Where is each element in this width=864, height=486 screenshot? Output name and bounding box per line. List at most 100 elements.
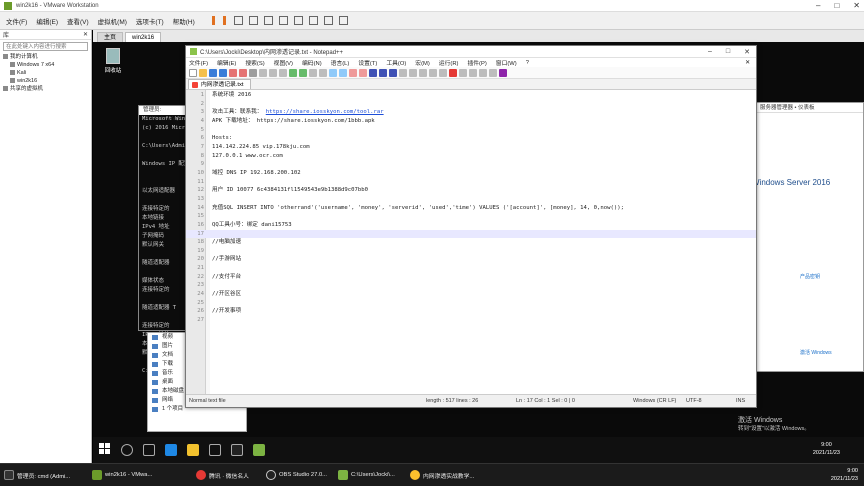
tree-item-kali[interactable]: Kali <box>0 69 91 77</box>
udl-icon[interactable] <box>399 68 407 77</box>
tree-item-shared[interactable]: 共享的虚拟机 <box>0 85 91 93</box>
line-link[interactable]: https://share.iosskyon.com/tool.rar <box>266 109 384 115</box>
library-search-input[interactable]: 在此处键入内容进行搜索 <box>3 42 88 51</box>
play-multi-macro-icon[interactable] <box>479 68 487 77</box>
find-icon[interactable] <box>309 68 317 77</box>
npp-menu-help[interactable]: ? <box>526 60 529 66</box>
host-clock[interactable]: 9:00 2021/11/23 <box>831 467 858 483</box>
folder-workspace-icon[interactable] <box>429 68 437 77</box>
host-task-obs[interactable]: OBS Studio 27.0... <box>266 468 327 482</box>
task-view-icon[interactable] <box>143 444 155 456</box>
tree-item-win2k16[interactable]: win2k16 <box>0 77 91 85</box>
host-task-vmware[interactable]: win2k16 - VMwa... <box>92 468 152 482</box>
npp-menu-encoding[interactable]: 编码(N) <box>302 58 322 67</box>
save-icon[interactable] <box>209 68 217 77</box>
host-task-notepadpp[interactable]: C:\Users\Jocki\... <box>338 468 395 482</box>
menu-view[interactable]: 查看(V) <box>67 16 89 26</box>
print-icon[interactable] <box>249 68 257 77</box>
tree-item-win7[interactable]: Windows 7 x64 <box>0 61 91 69</box>
server-manager-icon[interactable] <box>209 444 221 456</box>
maximize-icon[interactable]: □ <box>834 1 839 10</box>
send-keys-icon[interactable] <box>233 16 243 25</box>
undo-icon[interactable] <box>289 68 297 77</box>
npp-menu-plugins[interactable]: 插件(P) <box>467 58 486 67</box>
fullscreen-icon[interactable] <box>293 16 303 25</box>
abc-spell-icon[interactable] <box>499 68 507 77</box>
close-icon[interactable]: ✕ <box>744 48 750 56</box>
close-icon[interactable]: ✕ <box>83 31 88 38</box>
npp-menu-language[interactable]: 语言(L) <box>331 58 350 67</box>
new-file-icon[interactable] <box>189 68 197 77</box>
tab-home[interactable]: 主页 <box>97 32 124 42</box>
tab-win2k16[interactable]: win2k16 <box>125 32 162 42</box>
npp-editor[interactable]: 1 系统环境 2016 2 3 攻击工具：联系我： https://share.ioss… <box>186 90 756 395</box>
npp-menu-search[interactable]: 搜索(S) <box>245 58 264 67</box>
word-wrap-icon[interactable] <box>369 68 377 77</box>
menu-vm[interactable]: 虚拟机(M) <box>98 16 127 26</box>
menu-edit[interactable]: 编辑(E) <box>36 16 58 26</box>
close-all-icon[interactable] <box>239 68 247 77</box>
npp-menu-file[interactable]: 文件(F) <box>189 58 208 67</box>
windows-start-icon[interactable] <box>99 443 111 455</box>
stop-macro-icon[interactable] <box>459 68 467 77</box>
play-macro-icon[interactable] <box>469 68 477 77</box>
host-task-cmd[interactable]: 管理员: cmd (Admi... <box>4 468 70 482</box>
npp-menu-view[interactable]: 视图(V) <box>274 58 293 67</box>
function-list-icon[interactable] <box>419 68 427 77</box>
save-all-icon[interactable] <box>219 68 227 77</box>
npp-menu-run[interactable]: 运行(R) <box>439 58 459 67</box>
edge-icon[interactable] <box>165 444 177 456</box>
sync-v-icon[interactable] <box>349 68 357 77</box>
doc-map-icon[interactable] <box>409 68 417 77</box>
sync-h-icon[interactable] <box>359 68 367 77</box>
guest-clock[interactable]: 9:00 2021/11/23 <box>813 441 840 457</box>
unity-icon[interactable] <box>308 16 318 25</box>
npp-menu-window[interactable]: 窗口(W) <box>496 58 517 67</box>
cut-icon[interactable] <box>259 68 267 77</box>
revert-snapshot-icon[interactable] <box>263 16 273 25</box>
pause-icon-2[interactable] <box>222 16 226 25</box>
product-key-link[interactable]: 产品密钥 <box>800 273 820 280</box>
minimize-icon[interactable]: – <box>708 48 712 56</box>
recycle-bin[interactable]: 回收站 <box>101 48 125 74</box>
folder-icon[interactable] <box>187 444 199 456</box>
snapshot-manager-icon[interactable] <box>278 16 288 25</box>
npp-file-tab[interactable]: 内网渗透记录.txt <box>188 79 251 89</box>
record-macro-icon[interactable] <box>449 68 457 77</box>
show-all-chars-icon[interactable] <box>379 68 387 77</box>
menu-help[interactable]: 帮助(H) <box>173 16 195 26</box>
host-task-chrome[interactable]: 内网渗透实战教学... <box>410 468 474 482</box>
npp-menu-edit[interactable]: 编辑(E) <box>217 58 236 67</box>
search-icon[interactable] <box>121 444 133 456</box>
save-macro-icon[interactable] <box>489 68 497 77</box>
copy-icon[interactable] <box>269 68 277 77</box>
close-file-icon[interactable] <box>229 68 237 77</box>
open-file-icon[interactable] <box>199 68 207 77</box>
maximize-icon[interactable]: □ <box>726 48 730 56</box>
snapshot-icon[interactable] <box>248 16 258 25</box>
monitoring-icon[interactable] <box>439 68 447 77</box>
notepadpp-icon[interactable] <box>253 444 265 456</box>
replace-icon[interactable] <box>319 68 327 77</box>
paste-icon[interactable] <box>279 68 287 77</box>
activate-link[interactable]: 激活 Windows <box>800 349 832 356</box>
close-document-icon[interactable]: ✕ <box>745 60 756 66</box>
menu-tabs[interactable]: 选项卡(T) <box>136 16 164 26</box>
close-icon[interactable]: ✕ <box>853 1 860 10</box>
menu-file[interactable]: 文件(F) <box>6 16 27 26</box>
npp-menu-tools[interactable]: 工具(O) <box>386 58 406 67</box>
npp-menu-macro[interactable]: 宏(M) <box>415 58 430 67</box>
redo-icon[interactable] <box>299 68 307 77</box>
minimize-icon[interactable]: – <box>816 1 820 10</box>
npp-menu-settings[interactable]: 设置(T) <box>358 58 377 67</box>
stretch-icon[interactable] <box>338 16 348 25</box>
cmd-icon[interactable] <box>231 444 243 456</box>
zoom-out-icon[interactable] <box>339 68 347 77</box>
indent-guide-icon[interactable] <box>389 68 397 77</box>
zoom-in-icon[interactable] <box>329 68 337 77</box>
line-number: 1 <box>200 92 204 98</box>
host-task-weibo[interactable]: 腾讯 · 微信名人 <box>196 468 249 482</box>
tree-item-my-computer[interactable]: 我的计算机 <box>0 53 91 61</box>
pause-icon[interactable] <box>211 16 215 25</box>
console-view-icon[interactable] <box>323 16 333 25</box>
